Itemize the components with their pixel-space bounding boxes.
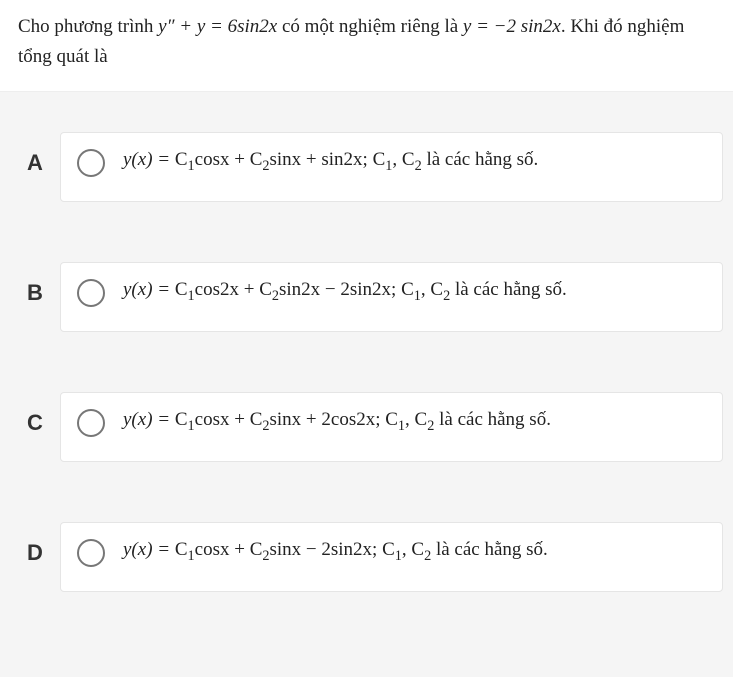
option-b-letter: B [10, 262, 60, 306]
option-b-body: C1cos2x + C2sin2x − 2sin2x; C1, C2 là cá… [175, 279, 567, 300]
option-b-row: B y(x) = C1cos2x + C2sin2x − 2sin2x; C1,… [10, 262, 723, 332]
radio-icon[interactable] [77, 539, 105, 567]
question-math-2: y = −2 sin2x [463, 16, 561, 37]
option-d-text: y(x) = C1cosx + C2sinx − 2sin2x; C1, C2 … [123, 537, 548, 567]
option-b-text: y(x) = C1cos2x + C2sin2x − 2sin2x; C1, C… [123, 277, 567, 307]
options-list: A y(x) = C1cosx + C2sinx + sin2x; C1, C2… [0, 92, 733, 592]
question-text-2: có một nghiệm riêng là [277, 16, 463, 37]
option-a-row: A y(x) = C1cosx + C2sinx + sin2x; C1, C2… [10, 132, 723, 202]
option-b-prefix: y(x) = [123, 279, 175, 300]
option-d-letter: D [10, 522, 60, 566]
option-a-text: y(x) = C1cosx + C2sinx + sin2x; C1, C2 l… [123, 147, 538, 177]
option-a-card[interactable]: y(x) = C1cosx + C2sinx + sin2x; C1, C2 l… [60, 132, 723, 202]
radio-icon[interactable] [77, 409, 105, 437]
question-text-4: tổng quát là [18, 46, 108, 67]
option-a-prefix: y(x) = [123, 149, 175, 170]
option-c-prefix: y(x) = [123, 409, 175, 430]
option-c-letter: C [10, 392, 60, 436]
option-a-letter: A [10, 132, 60, 176]
option-c-row: C y(x) = C1cosx + C2sinx + 2cos2x; C1, C… [10, 392, 723, 462]
option-c-card[interactable]: y(x) = C1cosx + C2sinx + 2cos2x; C1, C2 … [60, 392, 723, 462]
question-math-1: y″ + y = 6sin2x [158, 16, 277, 37]
question-prompt: Cho phương trình y″ + y = 6sin2x có một … [0, 0, 733, 92]
option-c-text: y(x) = C1cosx + C2sinx + 2cos2x; C1, C2 … [123, 407, 551, 437]
question-text-3: . Khi đó nghiệm [561, 16, 685, 37]
option-a-body: C1cosx + C2sinx + sin2x; C1, C2 là các h… [175, 149, 538, 170]
option-d-body: C1cosx + C2sinx − 2sin2x; C1, C2 là các … [175, 539, 548, 560]
option-c-body: C1cosx + C2sinx + 2cos2x; C1, C2 là các … [175, 409, 551, 430]
option-b-card[interactable]: y(x) = C1cos2x + C2sin2x − 2sin2x; C1, C… [60, 262, 723, 332]
question-text-1: Cho phương trình [18, 16, 158, 37]
radio-icon[interactable] [77, 149, 105, 177]
option-d-card[interactable]: y(x) = C1cosx + C2sinx − 2sin2x; C1, C2 … [60, 522, 723, 592]
option-d-row: D y(x) = C1cosx + C2sinx − 2sin2x; C1, C… [10, 522, 723, 592]
option-d-prefix: y(x) = [123, 539, 175, 560]
radio-icon[interactable] [77, 279, 105, 307]
